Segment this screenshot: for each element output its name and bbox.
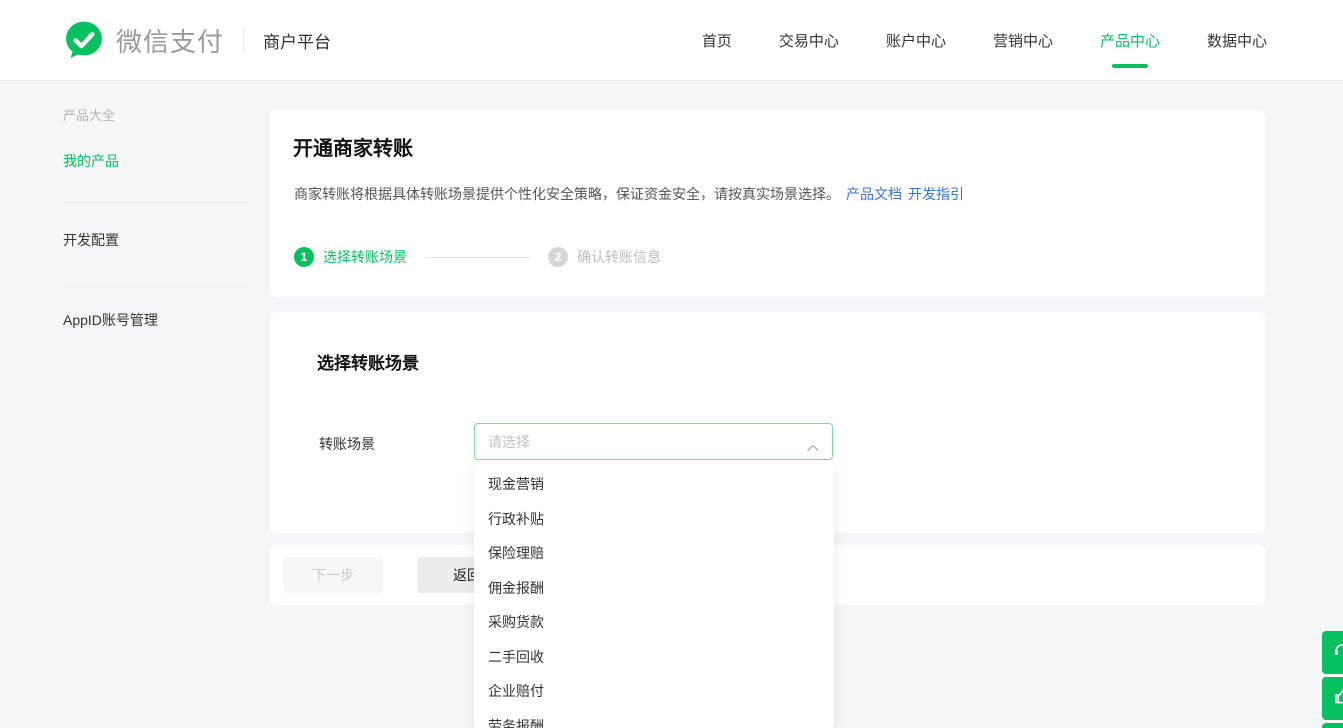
more-tools-button[interactable] [1322, 723, 1343, 728]
page-description: 商家转账将根据具体转账场景提供个性化安全策略，保证资金安全，请按真实场景选择。产… [294, 184, 964, 204]
nav-item-product-center-label: 产品中心 [1100, 33, 1160, 50]
brand-divider [243, 28, 244, 52]
transfer-scene-dropdown: 现金营销 行政补贴 保险理赔 佣金报酬 采购货款 二手回收 企业赔付 劳务报酬 [474, 462, 834, 728]
intro-card: 开通商家转账 商家转账将根据具体转账场景提供个性化安全策略，保证资金安全，请按真… [270, 110, 1265, 297]
top-nav: 首页 交易中心 账户中心 营销中心 产品中心 数据中心 [702, 0, 1267, 81]
nav-item-marketing-center[interactable]: 营销中心 [993, 30, 1053, 51]
dropdown-option-enterprise-compensation[interactable]: 企业赔付 [474, 674, 834, 709]
nav-item-account-center[interactable]: 账户中心 [886, 30, 946, 51]
transfer-scene-label: 转账场景 [319, 434, 375, 454]
chevron-up-icon [807, 439, 819, 457]
product-doc-link[interactable]: 产品文档 [846, 186, 902, 202]
transfer-scene-select[interactable]: 请选择 [474, 423, 833, 460]
brand-name: 微信支付 [116, 22, 224, 59]
step-connector [425, 257, 530, 258]
thumbs-up-icon [1332, 686, 1343, 711]
nav-item-data-center[interactable]: 数据中心 [1207, 30, 1267, 51]
step-2-label: 确认转账信息 [577, 247, 661, 267]
customer-service-button[interactable] [1322, 631, 1343, 674]
page: 微信支付 商户平台 首页 交易中心 账户中心 营销中心 产品中心 数据中心 产品… [0, 0, 1343, 728]
dropdown-option-admin-subsidy[interactable]: 行政补贴 [474, 502, 834, 537]
step-1-label: 选择转账场景 [323, 247, 407, 267]
step-indicator: 1 选择转账场景 2 确认转账信息 [294, 247, 661, 267]
step-2-circle: 2 [548, 247, 568, 267]
dev-guide-link[interactable]: 开发指引 [908, 186, 964, 202]
dropdown-option-cash-marketing[interactable]: 现金营销 [474, 467, 834, 502]
top-header: 微信支付 商户平台 首页 交易中心 账户中心 营销中心 产品中心 数据中心 [0, 0, 1343, 81]
dropdown-option-labor-remuneration[interactable]: 劳务报酬 [474, 709, 834, 728]
dropdown-option-secondhand-recycle[interactable]: 二手回收 [474, 640, 834, 675]
step-1-circle: 1 [294, 247, 314, 267]
dropdown-option-commission[interactable]: 佣金报酬 [474, 571, 834, 606]
form-heading: 选择转账场景 [317, 349, 419, 374]
page-title: 开通商家转账 [293, 132, 413, 161]
description-text: 商家转账将根据具体转账场景提供个性化安全策略，保证资金安全，请按真实场景选择。 [294, 186, 840, 202]
select-placeholder: 请选择 [488, 432, 530, 452]
dropdown-option-procurement[interactable]: 采购货款 [474, 605, 834, 640]
feedback-button[interactable] [1322, 677, 1343, 720]
sidebar-item-dev-config[interactable]: 开发配置 [63, 230, 119, 250]
sidebar-item-my-products[interactable]: 我的产品 [63, 151, 119, 171]
active-tab-underline [1112, 64, 1148, 68]
brand: 微信支付 商户平台 [63, 19, 331, 61]
nav-item-product-center[interactable]: 产品中心 [1100, 30, 1160, 51]
sidebar-section-product-catalog: 产品大全 [63, 105, 115, 124]
floating-button-stack [1322, 631, 1343, 728]
sidebar-divider [63, 286, 249, 287]
customer-service-icon [1332, 640, 1343, 665]
nav-item-homepage[interactable]: 首页 [702, 30, 732, 51]
wechat-pay-logo-icon [63, 19, 105, 61]
dropdown-option-insurance-claim[interactable]: 保险理赔 [474, 536, 834, 571]
sidebar-divider [63, 202, 249, 203]
sidebar-item-appid-management[interactable]: AppID账号管理 [63, 310, 158, 330]
next-step-button[interactable]: 下一步 [283, 557, 383, 593]
nav-item-transaction-center[interactable]: 交易中心 [779, 30, 839, 51]
platform-name: 商户平台 [263, 28, 331, 53]
